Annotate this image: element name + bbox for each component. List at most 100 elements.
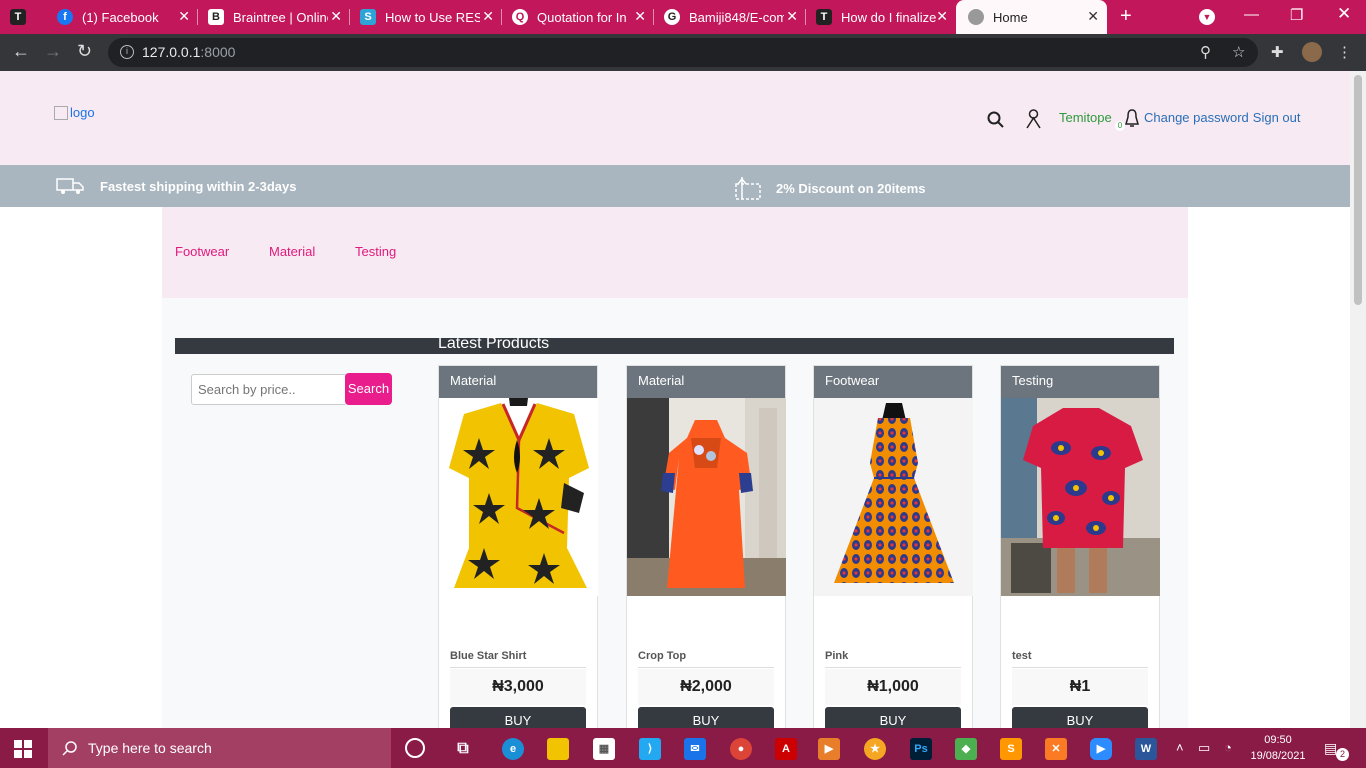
discount-text: 2% Discount on 20items [776, 180, 926, 196]
wifi-icon[interactable]: ◔ [1224, 740, 1232, 755]
back-icon[interactable]: ← [12, 41, 30, 62]
extensions-icon[interactable]: ✚ [1271, 43, 1284, 61]
price-search-input[interactable]: Search by price.. [191, 374, 347, 405]
shipping-text: Fastest shipping within 2-3days [100, 178, 297, 194]
buy-button[interactable]: BUY [1012, 707, 1148, 728]
minimize-icon[interactable]: — [1244, 6, 1259, 23]
category-nav: Footwear Material Testing [162, 207, 1188, 298]
product-price: ₦1 [1012, 669, 1148, 705]
tab-braintree[interactable]: B Braintree | Online ✕ [198, 0, 350, 34]
vscode-icon[interactable]: ⟩ [639, 738, 661, 760]
file-explorer-icon[interactable] [547, 738, 569, 760]
menu-icon[interactable]: ⋮ [1337, 43, 1352, 61]
tab-github[interactable]: G Bamiji848/E-com ✕ [654, 0, 806, 34]
bookmark-star-icon[interactable]: ☆ [1232, 43, 1245, 61]
username-link[interactable]: Temitope [1059, 110, 1112, 125]
category-link-footwear[interactable]: Footwear [175, 244, 229, 259]
cortana-icon[interactable] [405, 738, 425, 758]
taskbar-search-placeholder: Type here to search [88, 740, 212, 756]
sign-out-link[interactable]: Sign out [1253, 110, 1301, 125]
app-icon[interactable]: ◆ [955, 738, 977, 760]
tab-home[interactable]: Home ✕ [956, 0, 1107, 34]
product-image[interactable] [1001, 398, 1160, 596]
tab-rest[interactable]: S How to Use REST ✕ [350, 0, 502, 34]
xampp-icon[interactable]: ✕ [1045, 738, 1067, 760]
close-tab-icon[interactable]: ✕ [786, 8, 798, 25]
tab-pinned[interactable]: T [0, 0, 47, 34]
product-image[interactable] [627, 398, 786, 596]
buy-button[interactable]: BUY [638, 707, 774, 728]
close-tab-icon[interactable]: ✕ [482, 8, 494, 25]
tab-facebook[interactable]: f (1) Facebook ✕ [47, 0, 198, 34]
mail-icon[interactable]: ✉ [684, 738, 706, 760]
word-icon[interactable]: W [1135, 738, 1157, 760]
buy-button[interactable]: BUY [825, 707, 961, 728]
product-card[interactable]: Footwear Pink ₦1,000 BUY [813, 365, 973, 728]
close-tab-icon[interactable]: ✕ [936, 8, 948, 25]
product-category: Testing [1001, 366, 1159, 398]
forward-icon[interactable]: → [44, 41, 62, 62]
acrobat-icon[interactable]: A [775, 738, 797, 760]
web-page: logo Temitope 0 Change password Sign out … [0, 71, 1350, 728]
category-link-testing[interactable]: Testing [355, 244, 396, 259]
url-port: :8000 [200, 44, 236, 60]
app-icon[interactable]: ★ [864, 738, 886, 760]
profile-avatar[interactable] [1302, 42, 1322, 62]
category-link-material[interactable]: Material [269, 244, 315, 259]
system-clock[interactable]: 09:50 19/08/2021 [1246, 732, 1310, 764]
buy-button[interactable]: BUY [450, 707, 586, 728]
windows-start-icon[interactable] [14, 740, 32, 758]
divider [1012, 667, 1148, 668]
product-image[interactable] [814, 398, 973, 596]
change-password-link[interactable]: Change password [1144, 110, 1249, 125]
url-host: 127.0.0.1 [142, 44, 201, 60]
logo[interactable]: logo [54, 105, 95, 120]
tray-chevron-icon[interactable]: ˄ [1176, 740, 1184, 755]
product-card[interactable]: Material Blue Star Shirt ₦3,000 BUY [438, 365, 598, 728]
restore-icon[interactable]: ❐ [1290, 6, 1303, 24]
site-info-icon[interactable]: i [120, 45, 134, 59]
page-scrollbar[interactable] [1350, 71, 1366, 728]
product-image[interactable] [439, 398, 598, 596]
product-name[interactable]: test [1012, 650, 1032, 662]
close-tab-icon[interactable]: ✕ [634, 8, 646, 25]
promo-discount: 2% Discount on 20items [734, 167, 926, 209]
search-icon[interactable] [987, 111, 1004, 128]
scrollbar-thumb[interactable] [1354, 75, 1362, 305]
bell-icon[interactable] [1124, 108, 1140, 128]
truck-icon [56, 178, 84, 194]
tab-title: How do I finalize [841, 9, 936, 25]
reload-icon[interactable]: ↻ [77, 41, 92, 62]
zoom-icon[interactable]: ⚲ [1200, 43, 1211, 61]
taskbar-search-input[interactable]: Type here to search [48, 728, 391, 768]
photoshop-icon[interactable]: Ps [910, 738, 932, 760]
close-tab-icon[interactable]: ✕ [1087, 8, 1099, 25]
close-tab-icon[interactable]: ✕ [178, 8, 190, 25]
product-name[interactable]: Pink [825, 650, 848, 662]
product-name[interactable]: Blue Star Shirt [450, 650, 526, 662]
chrome-icon[interactable]: ● [730, 738, 752, 760]
close-window-icon[interactable]: ✕ [1337, 4, 1351, 24]
product-card[interactable]: Testing test ₦1 BUY [1000, 365, 1160, 728]
task-view-icon[interactable]: ⧉ [452, 738, 474, 760]
search-button[interactable]: Search [345, 373, 392, 405]
battery-icon[interactable]: ▭ [1198, 740, 1210, 756]
tab-search-icon[interactable]: ▼ [1199, 9, 1215, 25]
address-bar[interactable]: i 127.0.0.1:8000 [108, 38, 1258, 67]
tab-title: Braintree | Online [233, 9, 328, 25]
close-tab-icon[interactable]: ✕ [330, 8, 342, 25]
mail-icon: Q [512, 9, 528, 25]
sublime-icon[interactable]: S [1000, 738, 1022, 760]
product-name[interactable]: Crop Top [638, 650, 686, 662]
media-player-icon[interactable]: ▶ [818, 738, 840, 760]
tab-quotation[interactable]: Q Quotation for In ✕ [502, 0, 654, 34]
product-category: Material [627, 366, 785, 398]
tab-finalize[interactable]: T How do I finalize ✕ [806, 0, 956, 34]
new-tab-icon[interactable]: + [1120, 5, 1132, 28]
product-card[interactable]: Material Crop Top ₦2,000 BUY [626, 365, 786, 728]
promo-bar: Fastest shipping within 2-3days 2% Disco… [0, 165, 1350, 207]
edge-icon[interactable]: e [502, 738, 524, 760]
zoom-app-icon[interactable]: ▶ [1090, 738, 1112, 760]
store-icon[interactable]: ▦ [593, 738, 615, 760]
user-icon[interactable] [1025, 109, 1042, 129]
